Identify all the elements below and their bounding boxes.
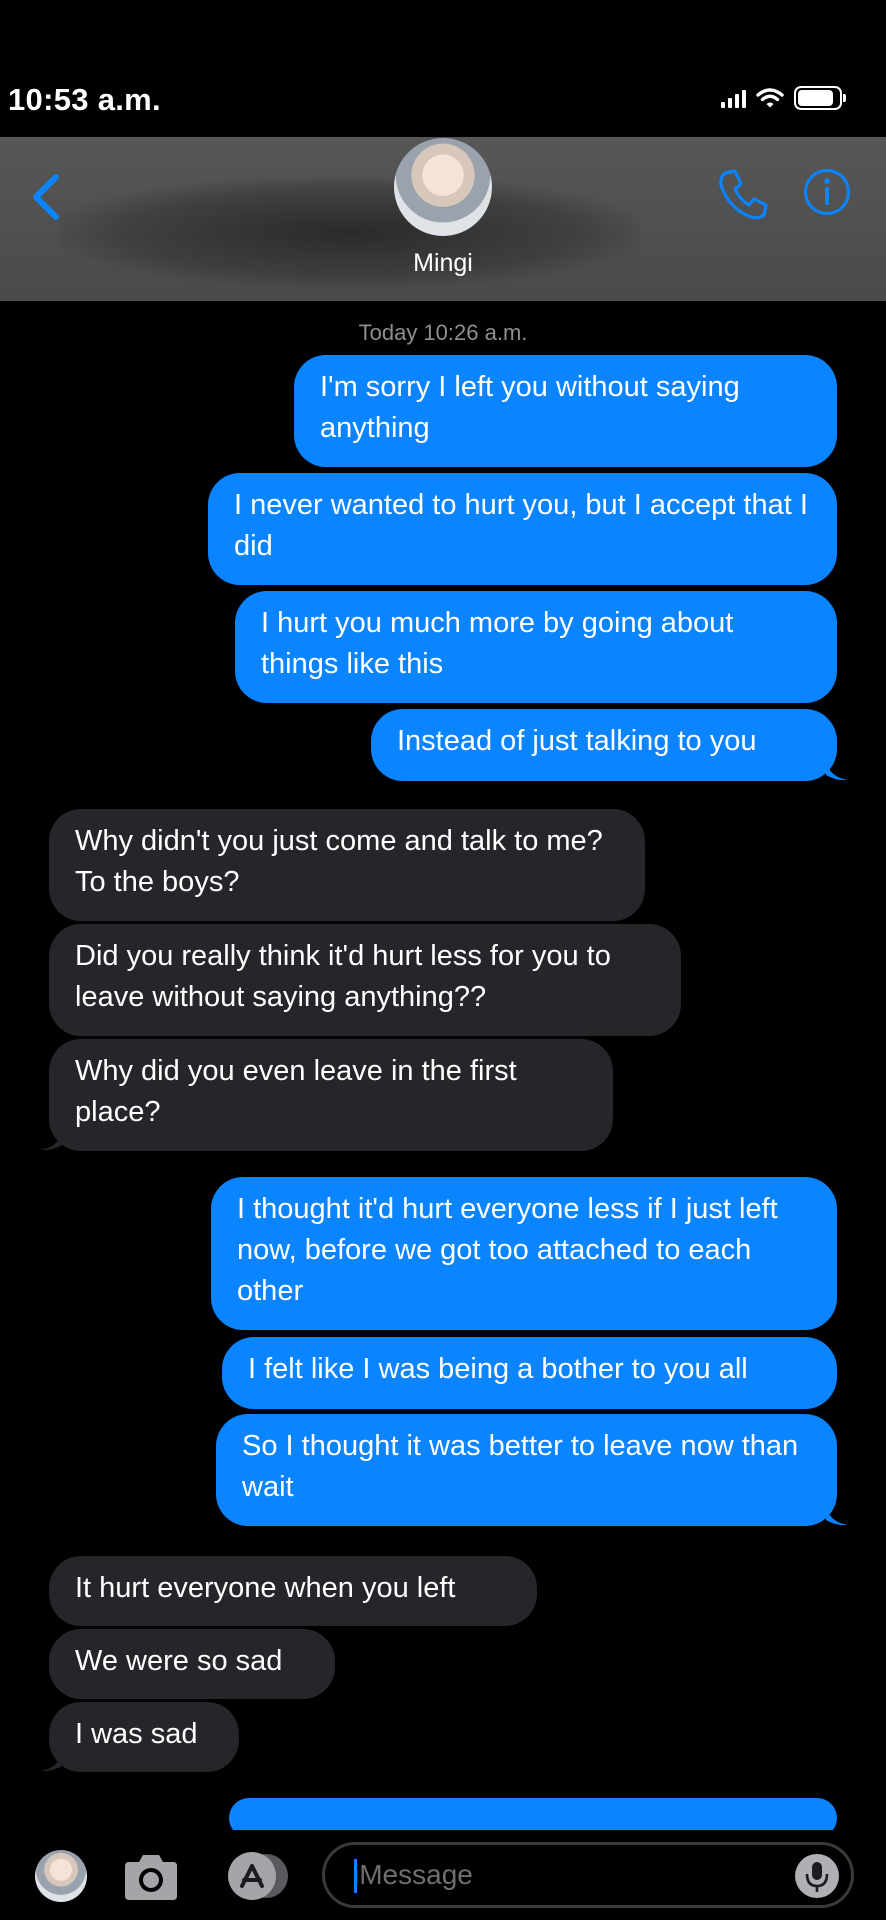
back-button[interactable] [24, 165, 74, 225]
message-bubble-outgoing[interactable]: Instead of just talking to you [371, 709, 837, 781]
bubble-tail-incoming [40, 1750, 62, 1772]
message-bubble-outgoing[interactable]: I'm sorry I left you without saying anyt… [294, 355, 837, 467]
message-bubble-outgoing[interactable]: I thought it'd hurt everyone less if I j… [211, 1177, 837, 1330]
camera-icon [125, 1855, 177, 1900]
message-bubble-outgoing[interactable]: I hurt you much more by going about thin… [235, 591, 837, 703]
message-bubble-incoming[interactable]: We were so sad [49, 1629, 335, 1699]
memoji-avatar-button[interactable] [35, 1850, 87, 1902]
dictation-button[interactable] [795, 1854, 839, 1898]
conversation-header: Mingi [0, 137, 886, 301]
bubble-tail-outgoing [826, 1504, 848, 1526]
message-bubble-incoming[interactable]: It hurt everyone when you left [49, 1556, 537, 1626]
camera-button[interactable] [121, 1852, 181, 1902]
bubble-tail-incoming [40, 1129, 62, 1151]
message-bubble-incoming[interactable]: Why did you even leave in the first plac… [49, 1039, 613, 1151]
info-button[interactable] [803, 168, 851, 216]
status-bar: 10:53 a.m. [0, 0, 886, 137]
phone-icon [719, 169, 768, 220]
contact-avatar[interactable] [394, 138, 492, 236]
call-button[interactable] [715, 165, 771, 221]
text-cursor [354, 1859, 357, 1893]
message-bubble-outgoing[interactable]: I never wanted to hurt you, but I accept… [208, 473, 837, 585]
info-icon [804, 169, 850, 215]
message-bubble-incoming[interactable]: I was sad [49, 1702, 239, 1772]
wifi-icon [756, 88, 784, 108]
signal-icon [721, 88, 746, 108]
message-bubble-incoming[interactable]: Why didn't you just come and talk to me?… [49, 809, 645, 921]
battery-icon [794, 86, 846, 110]
contact-name[interactable]: Mingi [0, 249, 886, 278]
compose-bar [0, 1830, 886, 1920]
status-icons [721, 86, 846, 110]
app-store-icon [228, 1852, 288, 1900]
microphone-icon [805, 1862, 829, 1892]
chevron-left-icon [33, 174, 59, 220]
message-bubble-outgoing[interactable]: I felt like I was being a bother to you … [222, 1337, 837, 1409]
conversation-timestamp: Today 10:26 a.m. [358, 320, 528, 345]
app-store-button[interactable] [220, 1850, 292, 1902]
bubble-tail-outgoing [826, 759, 848, 781]
message-input[interactable] [322, 1842, 854, 1908]
message-bubble-outgoing[interactable]: So I thought it was better to leave now … [216, 1414, 837, 1526]
message-bubble-incoming[interactable]: Did you really think it'd hurt less for … [49, 924, 681, 1036]
status-time: 10:53 a.m. [8, 82, 161, 117]
